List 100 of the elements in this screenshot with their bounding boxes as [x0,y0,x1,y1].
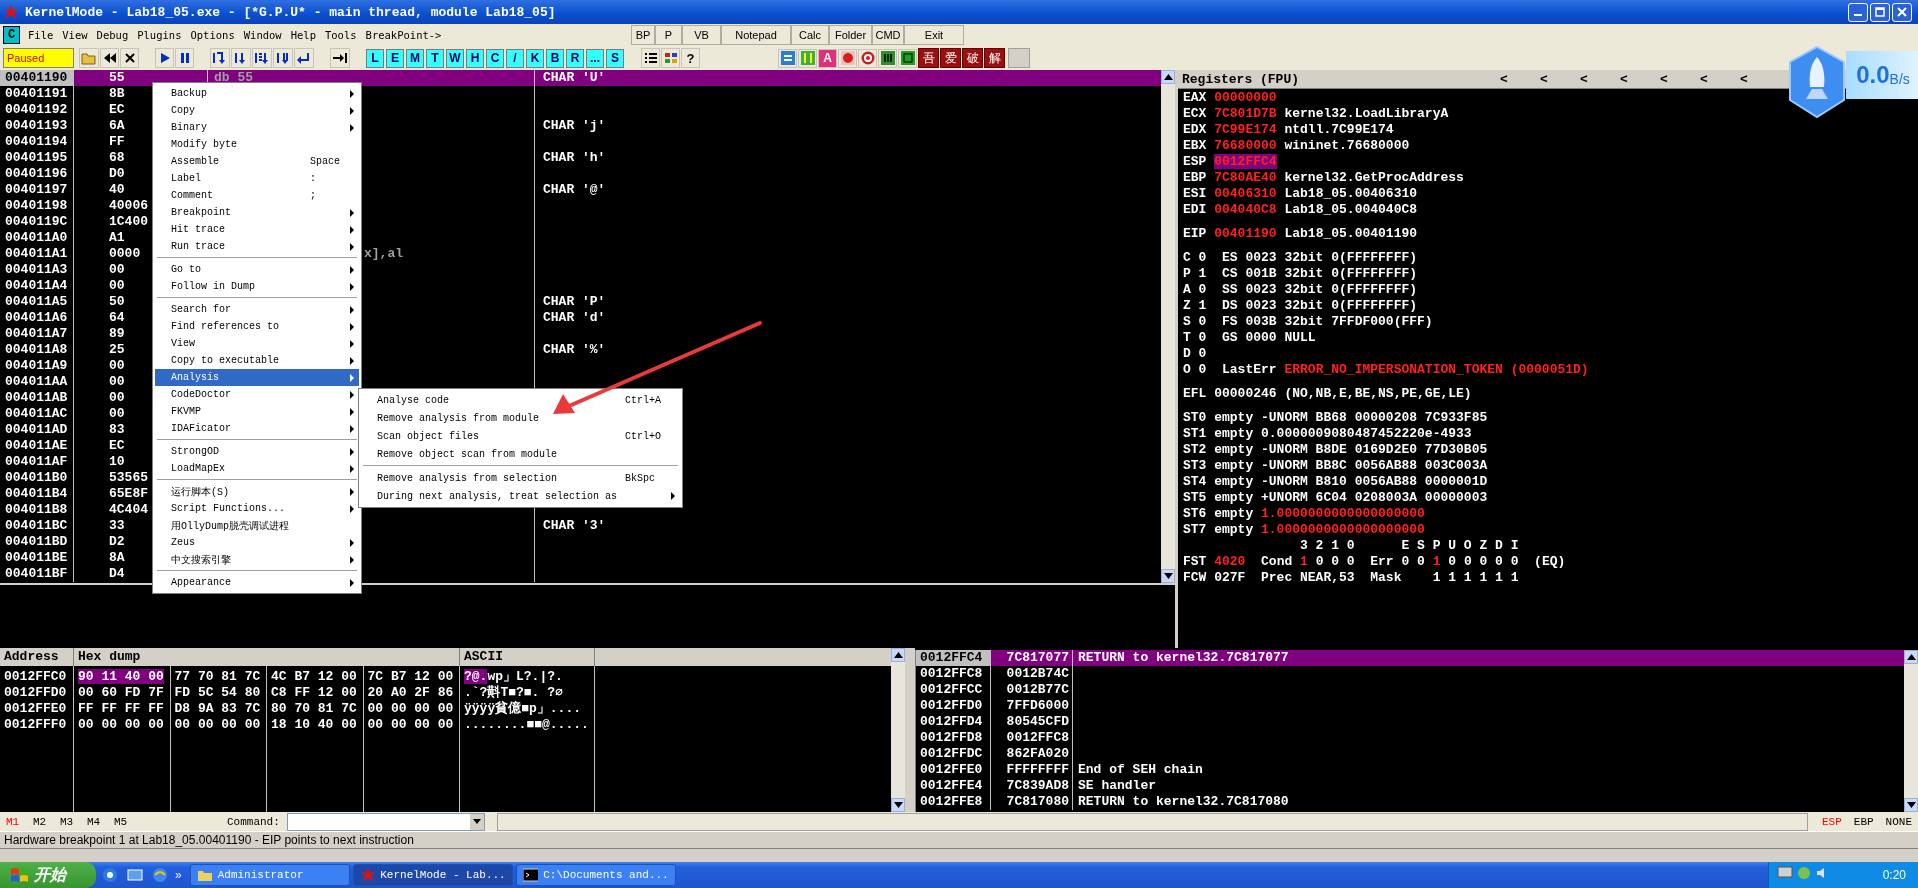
menu-item[interactable]: Analysis [155,369,359,386]
scroll-down-icon[interactable] [1904,798,1918,812]
menu-item[interactable]: View [58,29,93,41]
menu-item[interactable]: Analyse code Ctrl+A [361,391,680,409]
more-button[interactable]: » [175,868,182,882]
column-header[interactable]: Address [0,648,74,666]
menu-item[interactable]: Breakpoint [155,204,359,221]
column-header[interactable]: Hex dump [74,648,460,666]
command-field[interactable] [287,812,485,831]
menu-item[interactable]: Binary [155,119,359,136]
toolbar-button[interactable]: P [655,25,682,45]
toolbar-button[interactable]: BP [631,25,655,45]
collapse-button[interactable]: < [1740,71,1752,87]
collapse-button[interactable]: < [1660,71,1672,87]
menu-item[interactable]: Go to [155,261,359,278]
menu-item[interactable]: Modify byte [155,136,359,153]
menu-item[interactable]: 用OllyDump脱壳调试进程 [155,517,359,534]
register-tab[interactable]: NONE [1879,815,1918,828]
toolbar-button[interactable]: Notepad [721,25,791,45]
menu-item[interactable]: 中文搜索引擎 [155,551,359,568]
shortcut-button[interactable]: S [606,48,624,68]
plugin-button[interactable]: 破 [962,48,983,68]
menu-item[interactable]: Backup [155,85,359,102]
rewind-icon[interactable] [100,48,119,68]
minimize-button[interactable] [1848,2,1868,22]
menu-item[interactable]: IDAFicator [155,420,359,437]
memory-tab[interactable]: M3 [54,815,81,828]
square-icon[interactable] [898,48,917,68]
shortcut-button[interactable]: H [466,48,484,68]
scrollbar[interactable] [1161,70,1175,583]
memory-tab[interactable]: M5 [108,815,135,828]
target-icon[interactable] [858,48,877,68]
menu-item[interactable]: Copy [155,102,359,119]
collapse-button[interactable]: < [1700,71,1712,87]
plugin-button[interactable]: 解 [984,48,1005,68]
collapse-button[interactable]: < [1540,71,1552,87]
pause-icon[interactable] [175,48,194,68]
stack-row[interactable]: 0012FFC8 0012B74C [916,666,1904,682]
shortcut-button[interactable]: E [386,48,404,68]
bars-icon[interactable] [878,48,897,68]
shortcut-button[interactable]: T [426,48,444,68]
play-icon[interactable] [155,48,174,68]
menu-item[interactable]: Remove analysis from module [361,409,680,427]
close-icon[interactable] [120,48,139,68]
menu-item[interactable]: Copy to executable [155,352,359,369]
toolbar-button[interactable]: VB [682,25,721,45]
list-icon[interactable] [641,48,660,68]
menu-item[interactable]: StrongOD [155,443,359,460]
grid-icon[interactable] [661,48,680,68]
shortcut-button[interactable]: / [506,48,524,68]
scroll-up-icon[interactable] [891,648,905,662]
task-button[interactable]: KernelMode - Lab... [352,864,513,886]
task-button[interactable]: Administrator [189,864,350,886]
menu-item[interactable]: Remove analysis from selection BkSpc [361,469,680,487]
memory-tab[interactable]: M2 [27,815,54,828]
menu-item[interactable]: Label : [155,170,359,187]
menu-item[interactable]: Comment ; [155,187,359,204]
menu-item[interactable]: BreakPoint-> [361,29,447,41]
scroll-down-icon[interactable] [891,798,905,812]
shortcut-button[interactable]: L [366,48,384,68]
menu-item[interactable]: Search for [155,301,359,318]
shortcut-button[interactable]: C [486,48,504,68]
menu-item[interactable]: During next analysis, treat selection as [361,487,680,505]
menu-item[interactable]: Tools [320,29,362,41]
menu-item[interactable]: Hit trace [155,221,359,238]
stack-row[interactable]: 0012FFDC 862FA020 [916,746,1904,762]
memory-tab[interactable]: M4 [81,815,108,828]
menu-item[interactable]: 运行脚本(S) [155,483,359,500]
collapse-button[interactable]: < [1500,71,1512,87]
help-button[interactable]: ? [681,48,700,68]
menu-item[interactable]: LoadMapEx [155,460,359,477]
trace-into-icon[interactable] [252,48,272,68]
collapse-button[interactable]: < [1620,71,1632,87]
menu-item[interactable]: Find references to [155,318,359,335]
stack-row[interactable]: 0012FFE0 FFFFFFFF End of SEH chain [916,762,1904,778]
return-icon[interactable] [294,48,314,68]
stack-row[interactable]: 0012FFD4 80545CFD [916,714,1904,730]
rocket-icon[interactable] [1788,45,1846,119]
scrollbar[interactable] [891,648,905,812]
shortcut-button[interactable]: R [566,48,584,68]
toolbar-button[interactable]: Exit [904,25,964,45]
scrollbar[interactable] [1904,650,1918,812]
menu-item[interactable]: CodeDoctor [155,386,359,403]
plugin-button[interactable]: 爱 [940,48,961,68]
shortcut-button[interactable]: W [446,48,464,68]
record-icon[interactable] [838,48,857,68]
menu-item[interactable]: View [155,335,359,352]
scroll-up-icon[interactable] [1161,70,1175,84]
refresh-icon[interactable] [778,48,797,68]
task-button[interactable]: C:\Documents and... [515,864,676,886]
menu-item[interactable]: Scan object files Ctrl+O [361,427,680,445]
stack-row[interactable]: 0012FFD0 7FFD6000 [916,698,1904,714]
step-over-icon[interactable] [231,48,251,68]
menu-item[interactable]: Plugins [133,29,187,41]
menu-item[interactable]: Options [186,29,240,41]
column-header[interactable]: ASCII [460,648,595,666]
menu-item[interactable]: Appearance [155,574,359,591]
plugin-button[interactable]: 吾 [918,48,939,68]
trace-over-icon[interactable] [273,48,293,68]
stack-row[interactable]: 0012FFE4 7C839AD8 SE handler [916,778,1904,794]
